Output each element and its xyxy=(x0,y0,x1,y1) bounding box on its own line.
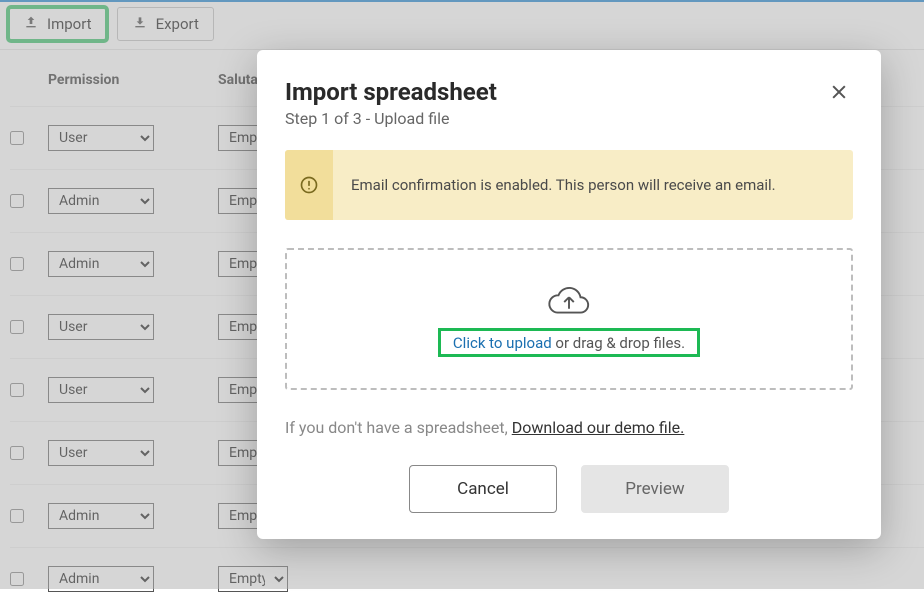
close-button[interactable] xyxy=(825,78,853,110)
close-icon xyxy=(829,87,849,106)
demo-hint: If you don't have a spreadsheet, Downloa… xyxy=(285,418,853,437)
modal-subtitle: Step 1 of 3 - Upload file xyxy=(285,109,497,128)
cancel-button[interactable]: Cancel xyxy=(409,465,557,513)
modal-title: Import spreadsheet xyxy=(285,78,497,106)
upload-link[interactable]: Click to upload xyxy=(453,334,552,352)
warning-text: Email confirmation is enabled. This pers… xyxy=(333,150,794,220)
import-modal: Import spreadsheet Step 1 of 3 - Upload … xyxy=(257,50,881,539)
warning-icon xyxy=(285,150,333,220)
demo-download-link[interactable]: Download our demo file. xyxy=(512,418,685,437)
upload-text: Click to upload or drag & drop files. xyxy=(443,330,695,356)
preview-button: Preview xyxy=(581,465,729,513)
upload-dropzone[interactable]: Click to upload or drag & drop files. xyxy=(285,248,853,390)
warning-alert: Email confirmation is enabled. This pers… xyxy=(285,150,853,220)
cloud-upload-icon xyxy=(546,285,592,325)
